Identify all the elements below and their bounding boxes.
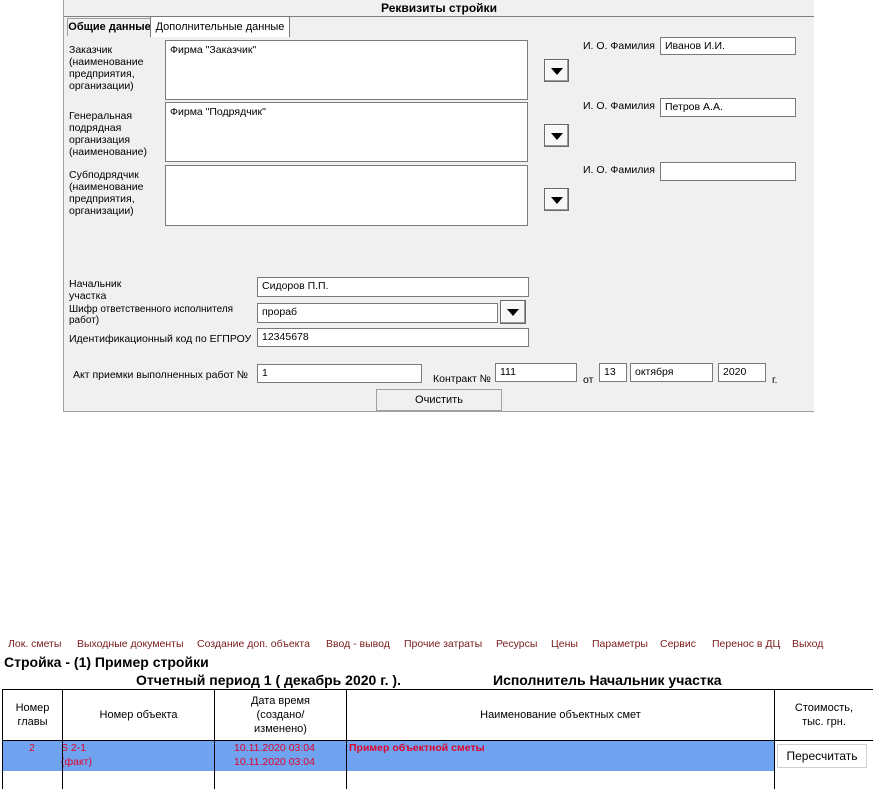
site-manager-field[interactable]: Сидоров П.П. xyxy=(257,277,529,297)
customer-fio-label: И. О. Фамилия xyxy=(583,40,655,52)
row-date-created: 10.11.2020 03:04 xyxy=(234,742,315,754)
menu-exit[interactable]: Выход xyxy=(792,638,823,650)
subcontractor-label: Субподрядчик (наименование предприятия, … xyxy=(69,169,144,217)
menu-resources[interactable]: Ресурсы xyxy=(496,638,537,650)
customer-field[interactable]: Фирма "Заказчик" xyxy=(165,40,528,100)
column-divider xyxy=(774,690,775,789)
egrpou-field[interactable]: 12345678 xyxy=(257,328,529,347)
act-label: Акт приемки выполненных работ № xyxy=(73,369,249,381)
menu-transfer[interactable]: Перенос в ДЦ xyxy=(712,638,780,650)
column-divider xyxy=(62,690,63,789)
project-title: Стройка - (1) Пример стройки xyxy=(4,654,209,670)
menu-output-documents[interactable]: Выходные документы xyxy=(77,638,184,650)
customer-fio-field[interactable]: Иванов И.И. xyxy=(660,37,796,55)
customer-dropdown-button[interactable] xyxy=(544,59,569,82)
triangle-down-icon xyxy=(551,197,563,204)
contract-year-suffix: г. xyxy=(772,374,778,386)
project-details-dialog: Реквизиты стройки Общие данные Дополните… xyxy=(63,0,814,412)
subcontractor-fio-field[interactable] xyxy=(660,162,796,181)
row-object-type: (факт) xyxy=(61,756,92,768)
menu-parameters[interactable]: Параметры xyxy=(592,638,648,650)
contract-day-field[interactable]: 13 xyxy=(599,363,627,382)
menu-prices[interactable]: Цены xyxy=(551,638,578,650)
row-chapter: 2 xyxy=(29,742,35,754)
executor-code-dropdown-button[interactable] xyxy=(500,300,526,324)
contract-month-field[interactable]: октября xyxy=(630,363,713,382)
row-estimate-name: Пример объектной сметы xyxy=(349,742,485,754)
subcontractor-dropdown-button[interactable] xyxy=(544,188,569,211)
column-divider xyxy=(214,690,215,789)
subcontractor-fio-label: И. О. Фамилия xyxy=(583,164,655,176)
menu-bar: Лок. сметы Выходные документы Создание д… xyxy=(0,636,876,654)
menu-other-costs[interactable]: Прочие затраты xyxy=(404,638,482,650)
recalculate-button[interactable]: Пересчитать xyxy=(777,744,867,768)
tab-additional-data[interactable]: Дополнительные данные xyxy=(150,16,290,37)
general-contractor-fio-label: И. О. Фамилия xyxy=(583,100,655,112)
column-header-estimate-name: Наименование объектных смет xyxy=(480,709,641,721)
menu-input-output[interactable]: Ввод - вывод xyxy=(326,638,390,650)
column-header-datetime: Дата время (создано/ изменено) xyxy=(250,695,310,735)
triangle-down-icon xyxy=(507,309,519,316)
row-object-number: S 2-1 xyxy=(61,742,87,754)
column-divider xyxy=(346,690,347,789)
site-manager-label: Начальник участка xyxy=(69,278,122,302)
executor-info: Исполнитель Начальник участка xyxy=(493,672,722,688)
general-contractor-fio-field[interactable]: Петров А.А. xyxy=(660,98,796,117)
estimates-table: Номер главы Номер объекта Дата время (со… xyxy=(2,689,873,789)
triangle-down-icon xyxy=(551,133,563,140)
row-date-modified: 10.11.2020 03:04 xyxy=(234,756,315,768)
clear-button[interactable]: Очистить xyxy=(376,389,502,411)
executor-code-select[interactable]: прораб xyxy=(257,303,498,323)
general-contractor-dropdown-button[interactable] xyxy=(544,124,569,147)
triangle-down-icon xyxy=(551,68,563,75)
menu-create-extra-object[interactable]: Создание доп. объекта xyxy=(197,638,310,650)
column-header-chapter: Номер главы xyxy=(15,702,50,728)
egrpou-label: Идентификационный код по ЕГПРОУ xyxy=(69,333,252,345)
customer-label: Заказчик (наименование предприятия, орга… xyxy=(69,44,144,92)
contract-from-label: от xyxy=(583,374,594,386)
contract-number-field[interactable]: 111 xyxy=(495,363,577,382)
general-contractor-field[interactable]: Фирма "Подрядчик" xyxy=(165,102,528,162)
reporting-period: Отчетный период 1 ( декабрь 2020 г. ). xyxy=(136,672,401,688)
executor-code-label: Шифр ответственного исполнителя работ) xyxy=(69,304,234,326)
menu-local-estimates[interactable]: Лок. сметы xyxy=(8,638,61,650)
column-header-cost: Стоимость, тыс. грн. xyxy=(794,702,854,728)
tab-general-data[interactable]: Общие данные xyxy=(67,18,152,36)
general-contractor-label: Генеральная подрядная организация (наиме… xyxy=(69,110,147,158)
dialog-title: Реквизиты стройки xyxy=(64,0,814,17)
contract-year-field[interactable]: 2020 xyxy=(718,363,766,382)
subcontractor-field[interactable] xyxy=(165,165,528,226)
act-number-field[interactable]: 1 xyxy=(257,364,422,383)
menu-service[interactable]: Сервис xyxy=(660,638,696,650)
column-header-object-number: Номер объекта xyxy=(99,709,178,721)
contract-label: Контракт № xyxy=(433,373,491,385)
